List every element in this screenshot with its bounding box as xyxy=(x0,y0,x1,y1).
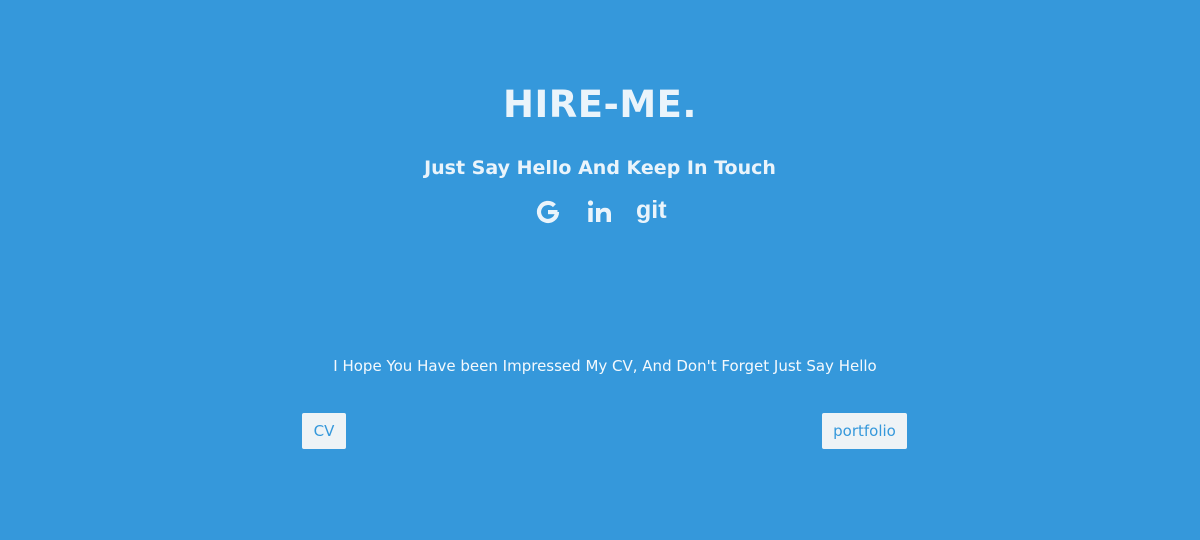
portfolio-button[interactable]: portfolio xyxy=(822,413,907,449)
google-link[interactable] xyxy=(531,194,565,230)
git-icon-text: git xyxy=(636,196,667,224)
linkedin-icon xyxy=(587,200,611,222)
linkedin-link[interactable] xyxy=(583,194,617,230)
closing-message: I Hope You Have been Impressed My CV, An… xyxy=(333,357,877,375)
page-subtitle: Just Say Hello And Keep In Touch xyxy=(424,157,776,179)
google-icon xyxy=(536,200,560,223)
git-link[interactable]: git xyxy=(635,194,669,230)
page-title: HIRE-ME. xyxy=(502,83,697,126)
social-links: git xyxy=(0,194,1200,230)
cv-button[interactable]: CV xyxy=(302,413,346,449)
git-icon: git xyxy=(636,196,667,224)
page: HIRE-ME. Just Say Hello And Keep In Touc… xyxy=(0,0,1200,540)
